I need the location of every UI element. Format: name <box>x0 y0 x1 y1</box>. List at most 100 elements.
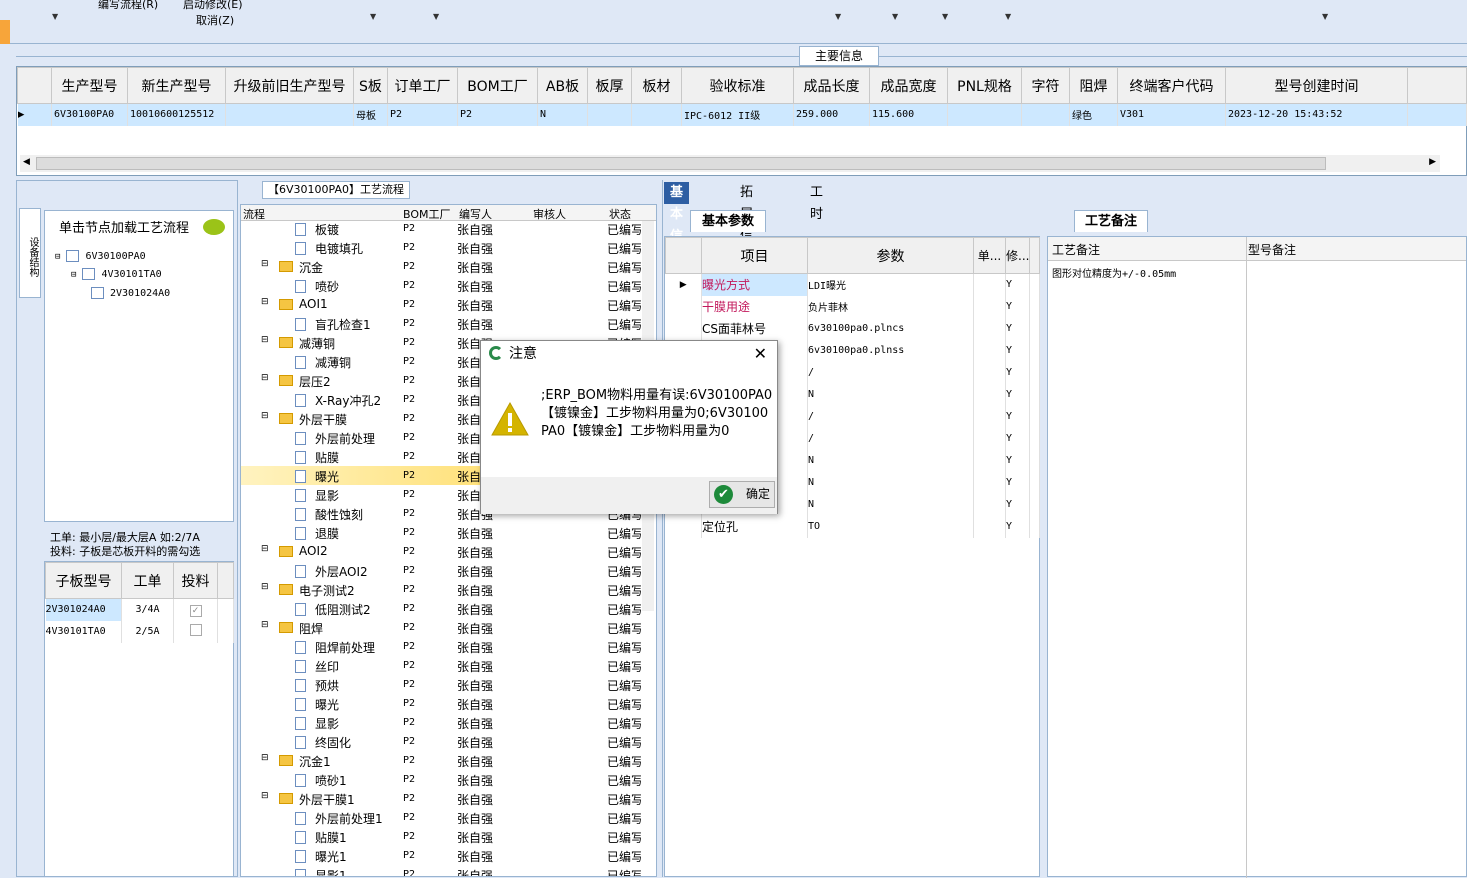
col-header[interactable]: 订单工厂 <box>387 67 458 104</box>
comment-icon[interactable] <box>203 219 225 235</box>
flow-row[interactable]: ⊟ 电子测试2 P2 张自强 已编写 <box>241 580 656 599</box>
flow-row[interactable]: 电镀填孔 P2 张自强 已编写 <box>241 238 656 257</box>
device-structure-tab[interactable]: 设备结构 <box>19 208 41 298</box>
grid-cell[interactable]: 母板 <box>353 103 388 126</box>
flow-row[interactable]: 喷砂 P2 张自强 已编写 <box>241 276 656 295</box>
tab-basic-params[interactable]: 基本参数 <box>690 210 766 232</box>
grid-cell[interactable]: V301 <box>1117 103 1226 126</box>
flow-row[interactable]: 盲孔检查1 P2 张自强 已编写 <box>241 314 656 333</box>
grid-cell[interactable]: N <box>537 103 588 126</box>
dropdown-arrow-icon[interactable]: ▼ <box>433 12 439 21</box>
col-header[interactable]: 验收标准 <box>681 67 794 104</box>
grid-cell[interactable] <box>947 103 1022 126</box>
flow-row[interactable]: 喷砂1 P2 张自强 已编写 <box>241 770 656 789</box>
flow-row[interactable]: 外层前处理1 P2 张自强 已编写 <box>241 808 656 827</box>
grid-cell[interactable]: 2023-12-20 15:43:52 <box>1225 103 1408 126</box>
cancel-button[interactable]: 取消(Z) <box>196 12 234 28</box>
col-header[interactable]: 成品宽度 <box>869 67 948 104</box>
dropdown-arrow-icon[interactable]: ▼ <box>942 12 948 21</box>
start-modify-button[interactable]: 启动修改(E) <box>183 0 243 12</box>
col-header[interactable]: PNL规格 <box>947 67 1022 104</box>
dropdown-arrow-icon[interactable]: ▼ <box>52 12 58 21</box>
tree-node[interactable]: 2V301024A0 <box>91 286 170 302</box>
flow-row[interactable]: 丝印 P2 张自强 已编写 <box>241 656 656 675</box>
grid-cell[interactable]: 259.000 <box>793 103 870 126</box>
table-row[interactable]: 4V30101TA0 2/5A <box>45 620 234 643</box>
flow-row[interactable]: 贴膜1 P2 张自强 已编写 <box>241 827 656 846</box>
col-header[interactable]: AB板 <box>537 67 588 104</box>
grid-cell[interactable]: 10010600125512 <box>127 103 226 126</box>
flow-row[interactable]: 低阻测试2 P2 张自强 已编写 <box>241 599 656 618</box>
process-note-text[interactable]: 图形对位精度为+/-0.05mm <box>1052 265 1176 280</box>
grid-cell[interactable] <box>225 103 354 126</box>
tree-node[interactable]: ⊟ 4V30101TA0 <box>71 267 162 283</box>
col-header[interactable]: 板厚 <box>587 67 632 104</box>
col-header[interactable]: 单... <box>973 237 1006 274</box>
col-header[interactable]: 成品长度 <box>793 67 870 104</box>
grid-cell[interactable] <box>1021 103 1070 126</box>
flow-row[interactable]: ⊟ 外层干膜1 P2 张自强 已编写 <box>241 789 656 808</box>
grid-cell[interactable]: P2 <box>387 103 458 126</box>
main-info-tab[interactable]: 主要信息 <box>799 46 879 66</box>
tab-process-notes[interactable]: 工艺备注 <box>1074 210 1148 232</box>
flow-row[interactable]: ⊟ AOI1 P2 张自强 已编写 <box>241 295 656 314</box>
flow-row[interactable]: 曝光1 P2 张自强 已编写 <box>241 846 656 865</box>
col-header[interactable]: 阻焊 <box>1069 67 1118 104</box>
flow-row[interactable]: 显影P2张自强已编写 <box>241 713 656 732</box>
flow-row[interactable]: ⊟ 沉金1 P2 张自强 已编写 <box>241 751 656 770</box>
feed-checkbox[interactable] <box>173 620 218 643</box>
flow-row[interactable]: 外层AOI2 P2 张自强 已编写 <box>241 561 656 580</box>
flow-row[interactable]: 退膜 P2 张自强 已编写 <box>241 523 656 542</box>
grid-cell[interactable]: 115.600 <box>869 103 948 126</box>
grid-cell[interactable] <box>631 103 682 126</box>
col-header[interactable]: 生产型号 <box>51 67 128 104</box>
tree-node[interactable]: ⊟ 6V30100PA0 <box>55 249 146 265</box>
col-header[interactable]: 新生产型号 <box>127 67 226 104</box>
dropdown-arrow-icon[interactable]: ▼ <box>370 12 376 21</box>
grid-cell[interactable] <box>587 103 632 126</box>
col-header[interactable]: 投料 <box>173 562 218 599</box>
ok-button[interactable]: ✔ 确定 <box>709 481 775 508</box>
col-header[interactable]: 参数 <box>807 237 974 274</box>
dropdown-arrow-icon[interactable]: ▼ <box>835 12 841 21</box>
tab-extended-info[interactable]: 拓展信息 <box>734 182 759 266</box>
flow-row[interactable]: ⊟ AOI2 P2 张自强 已编写 <box>241 542 656 561</box>
flow-row[interactable]: 曝光P2张自强已编写 <box>241 694 656 713</box>
close-icon[interactable]: ✕ <box>754 341 767 367</box>
grid-cell[interactable]: IPC-6012 II级 <box>681 103 794 126</box>
tab-basic-info[interactable]: 基本信息 <box>664 182 690 266</box>
horizontal-scrollbar[interactable]: ◀ ▶ <box>20 155 1440 172</box>
flow-title-tab[interactable]: 【6V30100PA0】工艺流程 <box>262 181 410 199</box>
flow-row[interactable]: ⊟ 沉金 P2 张自强 已编写 <box>241 257 656 276</box>
flow-row[interactable]: 板镀 P2 张自强 已编写 <box>241 219 656 238</box>
col-header[interactable]: 子板型号 <box>45 562 122 599</box>
col-header[interactable]: 字符 <box>1021 67 1070 104</box>
row-indicator[interactable]: ▶ <box>17 103 52 126</box>
col-header[interactable]: 型号创建时间 <box>1225 67 1408 104</box>
col-header[interactable]: 终端客户代码 <box>1117 67 1226 104</box>
col-header[interactable]: S板 <box>353 67 388 104</box>
grid-cell[interactable]: 绿色 <box>1069 103 1118 126</box>
table-row[interactable]: 定位孔 TO Y <box>665 515 1040 538</box>
col-header[interactable]: 型号备注 <box>1248 241 1296 258</box>
col-header[interactable]: 升级前旧生产型号 <box>225 67 354 104</box>
col-header[interactable]: 修... <box>1005 237 1030 274</box>
feed-checkbox[interactable]: ✓ <box>173 598 218 621</box>
grid-cell[interactable]: 6V30100PA0 <box>51 103 128 126</box>
table-row[interactable]: 干膜用途 负片菲林 Y <box>665 295 1040 318</box>
dropdown-arrow-icon[interactable]: ▼ <box>1005 12 1011 21</box>
flow-row[interactable]: ⊟ 阻焊 P2 张自强 已编写 <box>241 618 656 637</box>
dropdown-arrow-icon[interactable]: ▼ <box>892 12 898 21</box>
col-header[interactable]: 板材 <box>631 67 682 104</box>
col-header[interactable]: BOM工厂 <box>457 67 538 104</box>
table-row[interactable]: CS面菲林号 6v30100pa0.plncs Y <box>665 317 1040 340</box>
write-flow-button[interactable]: 编写流程(R) <box>98 0 158 12</box>
col-header[interactable]: 工单 <box>121 562 174 599</box>
col-header[interactable]: 项目 <box>701 237 808 274</box>
flow-row[interactable]: 阻焊前处理 P2 张自强 已编写 <box>241 637 656 656</box>
flow-row[interactable]: 终固化 P2 张自强 已编写 <box>241 732 656 751</box>
table-row[interactable]: 2V301024A0 3/4A ✓ <box>45 598 234 621</box>
grid-cell[interactable]: P2 <box>457 103 538 126</box>
flow-row[interactable]: 预烘 P2 张自强 已编写 <box>241 675 656 694</box>
dropdown-arrow-icon[interactable]: ▼ <box>1322 12 1328 21</box>
